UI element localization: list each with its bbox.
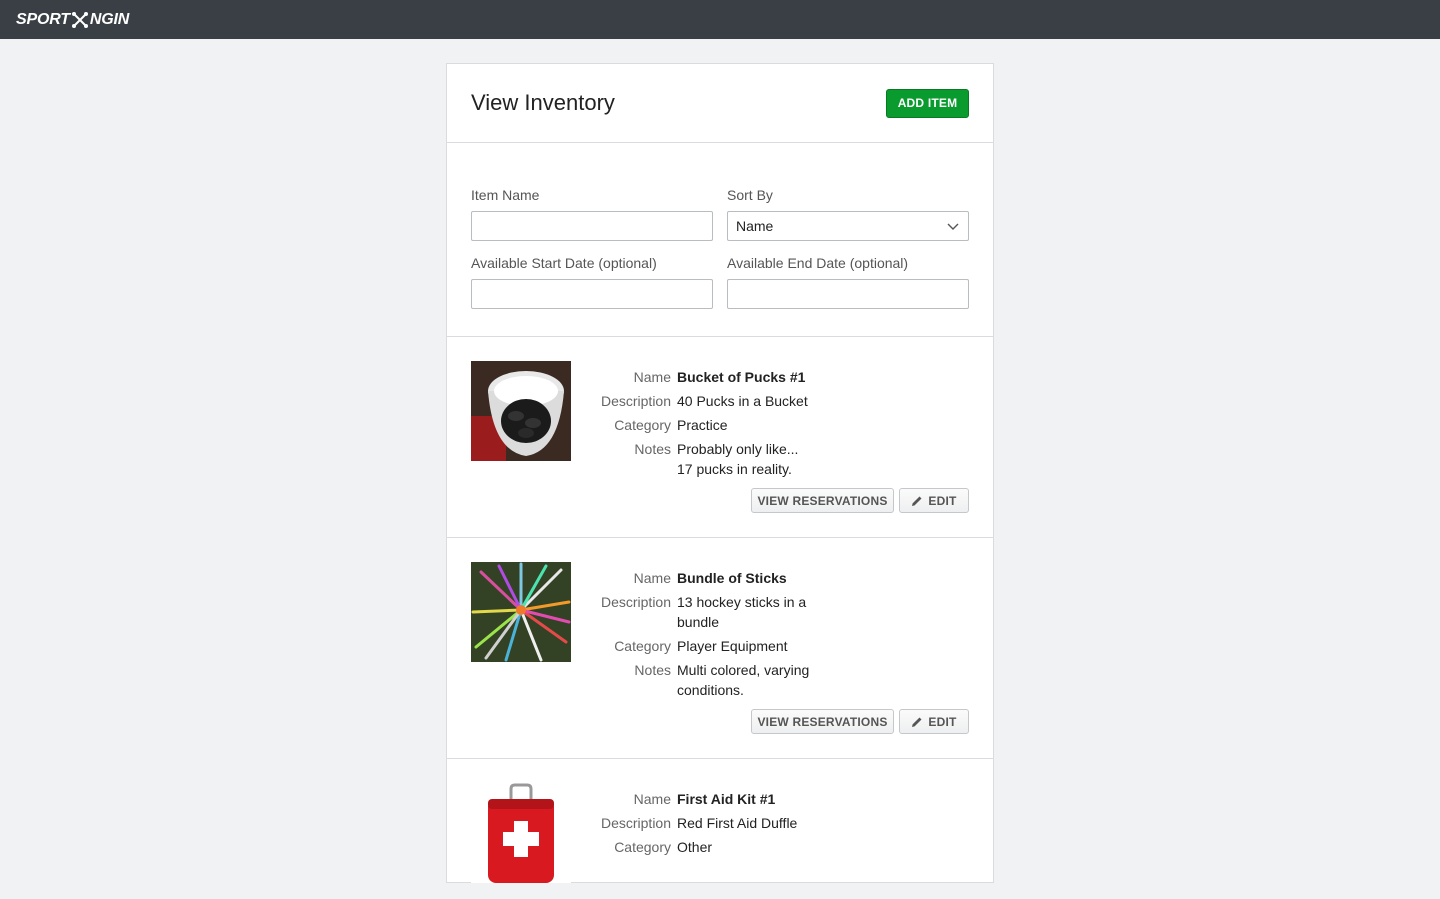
view-reservations-button[interactable]: VIEW RESERVATIONS — [751, 488, 894, 513]
edit-button[interactable]: EDIT — [899, 488, 969, 513]
sort-by-field: Sort By Name — [727, 187, 969, 241]
name-label: Name — [633, 791, 671, 807]
description-label: Description — [600, 393, 671, 409]
hockey-sticks-image — [471, 562, 571, 662]
item-actions: VIEW RESERVATIONS EDIT — [751, 709, 969, 734]
sportngin-logo[interactable]: SPORT NGIN — [16, 11, 129, 29]
inventory-item: Name First Aid Kit #1 Description Red Firs… — [447, 759, 993, 899]
item-name-field: Item Name — [471, 187, 713, 241]
item-name-input[interactable] — [471, 211, 713, 241]
item-description: 40 Pucks in a Bucket — [677, 393, 808, 409]
item-description: 13 hockey sticks in a bundle — [677, 594, 807, 630]
item-name: First Aid Kit #1 — [677, 791, 776, 807]
notes-label: Notes — [634, 662, 671, 678]
item-description: Red First Aid Duffle — [677, 815, 798, 831]
sort-by-select[interactable]: Name — [727, 211, 969, 241]
item-category: Practice — [677, 417, 728, 433]
logo-mark-icon — [71, 11, 88, 28]
sort-by-label: Sort By — [727, 187, 773, 203]
add-item-button[interactable]: ADD ITEM — [886, 88, 969, 118]
view-reservations-button[interactable]: VIEW RESERVATIONS — [751, 709, 894, 734]
notes-label: Notes — [634, 441, 671, 457]
category-label: Category — [614, 417, 671, 433]
item-notes: Multi colored, varying conditions. — [677, 662, 810, 698]
item-details: Name Bucket of Pucks #1 Description 40 Puc… — [577, 367, 837, 483]
item-category: Other — [677, 839, 713, 855]
description-label: Description — [600, 594, 671, 610]
page-title: View Inventory — [471, 90, 615, 115]
item-category: Player Equipment — [677, 638, 788, 654]
edit-button-label: EDIT — [928, 714, 957, 729]
name-label: Name — [633, 369, 671, 385]
pencil-icon — [912, 496, 922, 506]
item-name: Bucket of Pucks #1 — [677, 369, 806, 385]
start-date-field: Available Start Date (optional) — [471, 255, 713, 309]
inventory-panel: View Inventory ADD ITEM Item Name Sort B… — [446, 63, 994, 883]
pencil-icon — [912, 717, 922, 727]
item-details: Name Bundle of Sticks Description 13 hocke… — [577, 568, 837, 704]
logo-text-left: SPORT — [16, 10, 70, 28]
filter-form: Item Name Sort By Name Available Start D… — [447, 143, 993, 337]
panel-header: View Inventory ADD ITEM — [447, 64, 993, 143]
edit-button[interactable]: EDIT — [899, 709, 969, 734]
start-date-input[interactable] — [471, 279, 713, 309]
item-actions: VIEW RESERVATIONS EDIT — [751, 488, 969, 513]
inventory-item: Name Bucket of Pucks #1 Description 40 Puc… — [447, 337, 993, 538]
category-label: Category — [614, 638, 671, 654]
bucket-of-pucks-image — [471, 361, 571, 461]
item-details: Name First Aid Kit #1 Description Red Firs… — [577, 789, 837, 861]
end-date-label: Available End Date (optional) — [727, 255, 909, 271]
start-date-label: Available Start Date (optional) — [471, 255, 657, 271]
end-date-field: Available End Date (optional) — [727, 255, 969, 309]
inventory-item: Name Bundle of Sticks Description 13 hocke… — [447, 538, 993, 759]
first-aid-kit-image — [471, 783, 571, 883]
chevron-down-icon — [947, 223, 959, 230]
category-label: Category — [614, 839, 671, 855]
sort-by-value: Name — [736, 218, 774, 234]
description-label: Description — [600, 815, 671, 831]
name-label: Name — [633, 570, 671, 586]
item-notes: Probably only like... 17 pucks in realit… — [677, 441, 799, 477]
end-date-input[interactable] — [727, 279, 969, 309]
item-name-label: Item Name — [471, 187, 540, 203]
logo-text-right: NGIN — [89, 10, 130, 28]
edit-button-label: EDIT — [928, 493, 957, 508]
item-name: Bundle of Sticks — [677, 570, 787, 586]
top-navbar: SPORT NGIN — [0, 0, 1440, 39]
